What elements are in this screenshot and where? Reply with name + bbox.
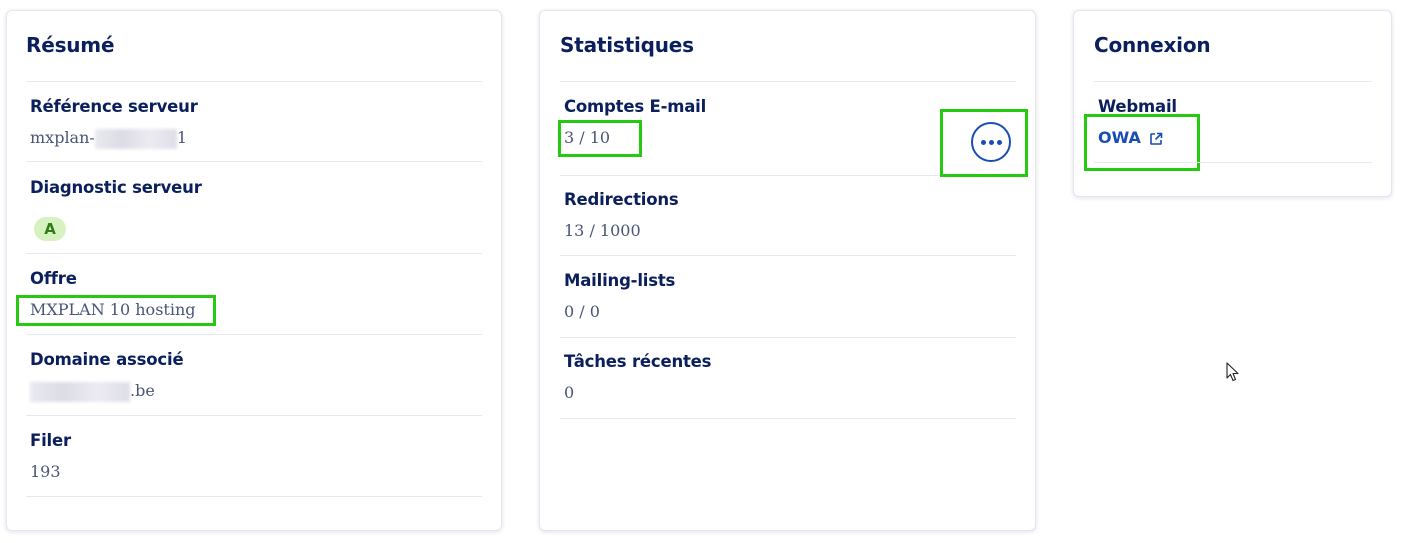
highlight-box [16, 295, 216, 326]
mailing-lists-label: Mailing-lists [564, 271, 676, 290]
server-diagnostic-label: Diagnostic serveur [30, 178, 202, 197]
filer-value: 193 [30, 462, 61, 481]
divider [560, 175, 940, 176]
divider [26, 415, 482, 416]
associated-domain-suffix: .be [130, 381, 155, 400]
divider [26, 253, 482, 254]
divider [560, 418, 1016, 419]
divider [560, 81, 1016, 82]
redirections-value: 13 / 1000 [564, 221, 641, 240]
summary-title: Résumé [26, 33, 115, 57]
highlight-box [940, 109, 1028, 177]
connection-title: Connexion [1094, 33, 1211, 57]
filer-label: Filer [30, 431, 71, 450]
summary-card [6, 10, 502, 531]
server-reference-suffix: 1 [176, 128, 187, 147]
email-accounts-label: Comptes E-mail [564, 97, 707, 116]
divider [1094, 81, 1372, 82]
recent-tasks-label: Tâches récentes [564, 352, 712, 371]
highlight-box [558, 120, 642, 157]
divider [1094, 162, 1372, 163]
diagnostic-grade-badge: A [34, 217, 66, 241]
server-reference-value: mxplan- 1 [30, 128, 187, 149]
offer-label: Offre [30, 269, 77, 288]
redacted-blur [30, 381, 130, 402]
redacted-blur [94, 128, 177, 149]
redirections-label: Redirections [564, 190, 679, 209]
associated-domain-value: .be [30, 381, 155, 402]
server-reference-prefix: mxplan- [30, 128, 95, 147]
mailing-lists-value: 0 / 0 [564, 302, 600, 321]
divider [26, 496, 482, 497]
server-reference-label: Référence serveur [30, 97, 198, 116]
mouse-cursor-icon [1226, 362, 1240, 386]
recent-tasks-value: 0 [564, 383, 575, 402]
divider [26, 334, 482, 335]
divider [560, 337, 1016, 338]
statistics-title: Statistiques [560, 33, 694, 57]
associated-domain-label: Domaine associé [30, 350, 184, 369]
divider [26, 161, 482, 162]
divider [560, 255, 1016, 256]
divider [26, 81, 482, 82]
